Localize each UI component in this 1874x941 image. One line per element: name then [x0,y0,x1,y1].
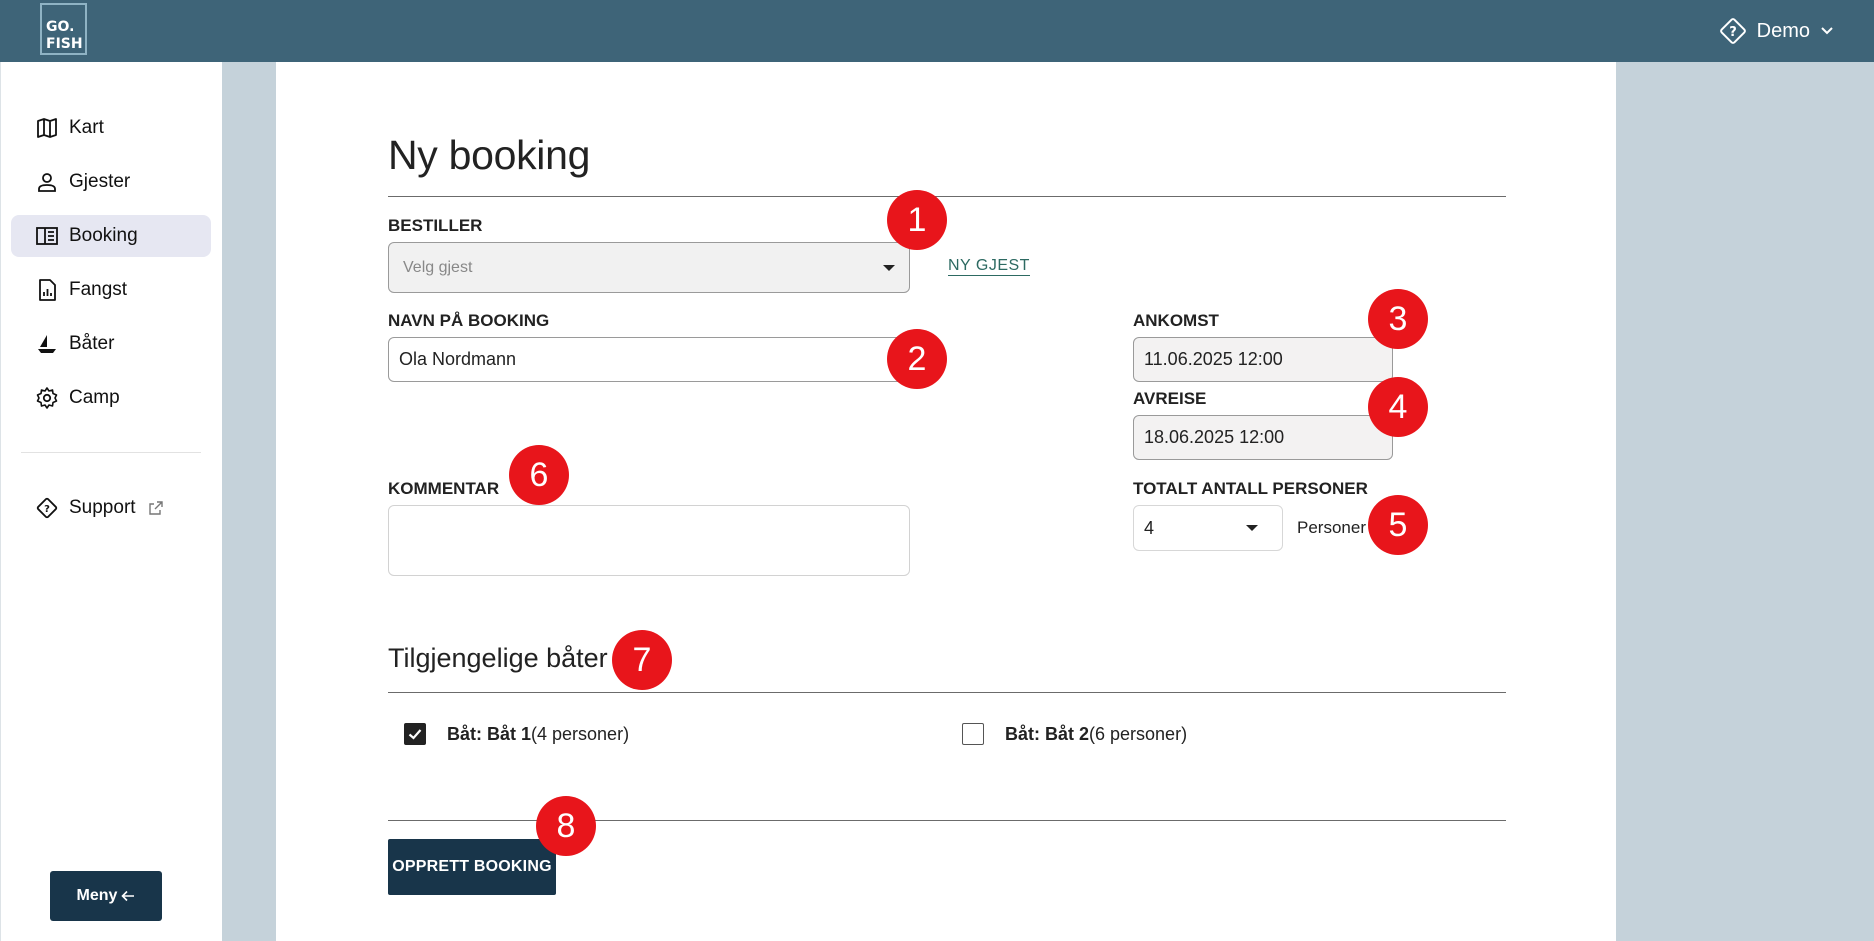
check-icon [408,729,422,740]
arrival-date-input[interactable]: 11.06.2025 12:00 [1133,337,1393,382]
help-diamond-icon: ? [36,497,58,519]
person-icon [38,173,56,192]
total-persons-label: TOTALT ANTALL PERSONER [1133,479,1368,498]
sidebar-item-label: Camp [69,387,120,408]
boat-option-1[interactable]: Båt: Båt 1 (4 personer) [404,723,629,745]
external-link-icon [148,501,163,515]
sidebar: Kart Gjester Booking Fangst Båter Camp ?… [0,62,222,941]
bestiller-label: BESTILLER [388,216,483,235]
boat-2-capacity: (6 personer) [1089,723,1188,744]
user-menu[interactable]: ? Demo [1719,14,1834,48]
svg-text:?: ? [1729,25,1737,40]
sidebar-item-label: Gjester [69,171,131,192]
boats-section-title: Tilgjengelige båter [388,643,608,673]
annotation-marker-8: 8 [536,796,596,856]
menu-button-label: Meny [76,887,118,904]
sidebar-item-camp[interactable]: Camp [11,377,211,419]
comment-textarea[interactable] [388,505,910,576]
sidebar-item-label: Kart [69,117,104,138]
caret-down-icon [1246,525,1258,531]
persons-unit: Personer [1297,518,1366,537]
annotation-marker-1: 1 [887,190,947,250]
persons-select[interactable]: 4 [1133,505,1283,551]
sidebar-item-label: Båter [69,333,115,354]
sidebar-item-label: Support [69,497,136,518]
logo-line-1: GO. [46,19,75,35]
annotation-marker-2: 2 [887,329,947,389]
top-bar: GO. FISH ? Demo [0,0,1874,62]
help-diamond-icon: ? [1719,17,1747,45]
create-booking-button[interactable]: OPPRETT BOOKING [388,839,556,895]
boats-divider [388,692,1506,693]
departure-label: AVREISE [1133,389,1207,408]
logo-line-2: FISH [46,36,83,52]
arrow-left-icon [121,890,135,902]
new-guest-link[interactable]: NY GJEST [948,257,1030,276]
persons-select-value: 4 [1144,517,1155,538]
sidebar-item-booking[interactable]: Booking [11,215,211,257]
sidebar-item-gjester[interactable]: Gjester [11,161,211,203]
caret-down-icon [883,264,895,271]
departure-date-input[interactable]: 18.06.2025 12:00 [1133,415,1393,460]
guest-select[interactable]: Velg gjest [388,242,910,293]
booking-name-input[interactable]: Ola Nordmann [388,337,910,382]
menu-toggle-button[interactable]: Meny [50,871,162,921]
sailboat-icon [38,335,56,353]
book-icon [36,227,58,245]
page-title: Ny booking [388,132,591,178]
boat-2-checkbox[interactable] [962,723,984,745]
sidebar-divider [21,452,201,453]
arrival-label: ANKOMST [1133,311,1219,330]
svg-text:?: ? [44,504,50,515]
chevron-down-icon [1820,24,1834,38]
annotation-marker-6: 6 [509,445,569,505]
map-icon [37,118,57,138]
boat-1-checkbox[interactable] [404,723,426,745]
boat-2-name: Båt: Båt 2 [1005,723,1090,744]
annotation-marker-5: 5 [1368,495,1428,555]
sidebar-item-kart[interactable]: Kart [11,107,211,149]
departure-date-value: 18.06.2025 12:00 [1144,427,1285,447]
booking-name-value: Ola Nordmann [399,349,517,369]
gear-icon [36,387,58,409]
booking-name-label: NAVN PÅ BOOKING [388,311,550,330]
annotation-marker-4: 4 [1368,377,1428,437]
annotation-marker-3: 3 [1368,289,1428,349]
sidebar-item-label: Fangst [69,279,128,300]
boat-1-capacity: (4 personer) [531,723,630,744]
sidebar-item-support[interactable]: ? Support [11,487,211,529]
annotation-marker-7: 7 [612,630,672,690]
go-fish-logo[interactable]: GO. FISH [40,3,87,55]
user-name: Demo [1756,19,1810,42]
sidebar-item-bater[interactable]: Båter [11,323,211,365]
boat-option-2[interactable]: Båt: Båt 2 (6 personer) [962,723,1187,745]
report-icon [39,279,56,301]
guest-select-placeholder: Velg gjest [403,258,473,276]
comment-label: KOMMENTAR [388,479,500,498]
boat-1-name: Båt: Båt 1 [447,723,532,744]
sidebar-item-label: Booking [69,225,138,246]
title-divider [388,196,1506,197]
sidebar-item-fangst[interactable]: Fangst [11,269,211,311]
arrival-date-value: 11.06.2025 12:00 [1144,349,1283,369]
